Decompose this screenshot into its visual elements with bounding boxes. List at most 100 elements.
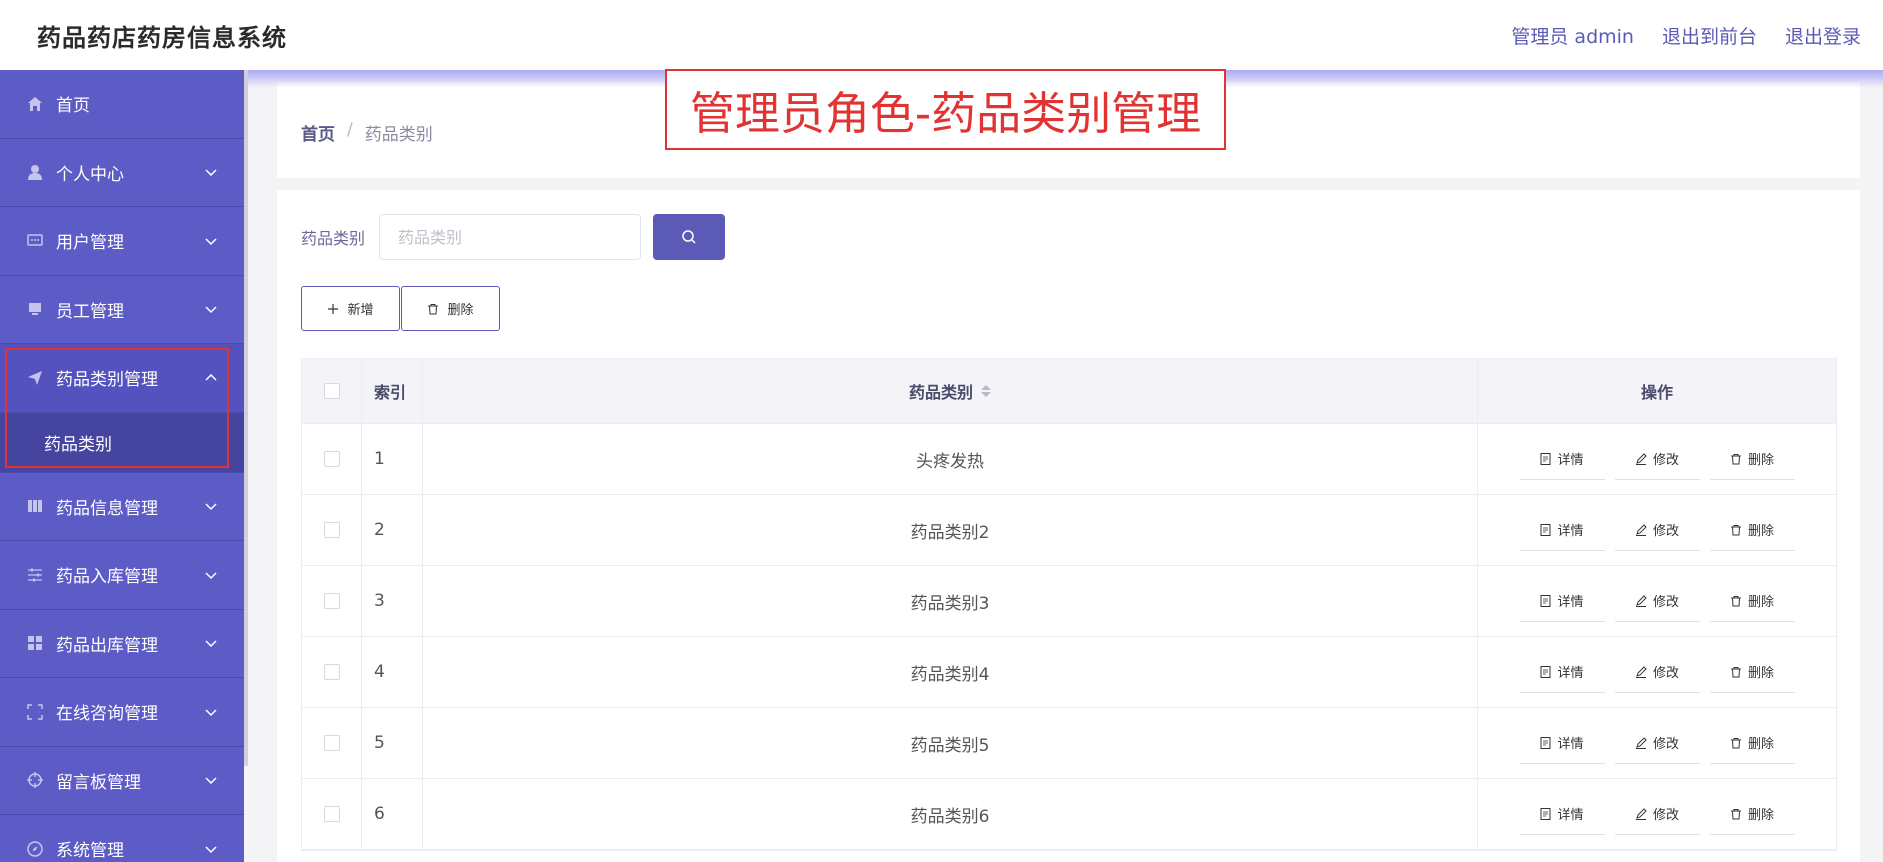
row-checkbox[interactable] — [323, 806, 340, 822]
delete-label: 删除 — [1747, 737, 1774, 752]
send-icon — [26, 369, 44, 387]
exit-to-frontend-link[interactable]: 退出到前台 — [1662, 22, 1757, 49]
delete-button[interactable]: 删除 — [1709, 651, 1795, 693]
trash-icon — [1730, 595, 1741, 606]
chevron-up-icon — [205, 373, 217, 381]
fullscreen-icon — [26, 703, 44, 721]
edit-button[interactable]: 修改 — [1614, 438, 1700, 480]
sliders-icon — [26, 566, 44, 584]
sidebar-subitem-label: 药品类别 — [44, 434, 112, 455]
row-check-cell — [302, 424, 362, 494]
chevron-down-icon — [205, 238, 217, 245]
logout-link[interactable]: 退出登录 — [1785, 22, 1861, 49]
row-category: 药品类别5 — [423, 708, 1478, 778]
sidebar-item-drug-outbound-management[interactable]: 药品出库管理 — [0, 610, 244, 678]
edit-button[interactable]: 修改 — [1614, 651, 1700, 693]
delete-label: 删除 — [1747, 808, 1774, 823]
admin-user-link[interactable]: 管理员 admin — [1511, 22, 1634, 49]
sidebar-scrollbar[interactable] — [244, 70, 248, 766]
delete-button-label: 删除 — [447, 303, 474, 318]
search-input[interactable] — [379, 214, 642, 260]
detail-button[interactable]: 详情 — [1519, 580, 1605, 622]
sidebar-item-message-board-management[interactable]: 留言板管理 — [0, 747, 244, 815]
detail-button[interactable]: 详情 — [1519, 438, 1605, 480]
detail-label: 详情 — [1557, 524, 1584, 539]
delete-button[interactable]: 删除 — [1709, 793, 1795, 835]
edit-icon — [1635, 736, 1647, 749]
app-title: 药品药店药房信息系统 — [37, 23, 287, 52]
edit-button[interactable]: 修改 — [1614, 793, 1700, 835]
table-row: 1 头疼发热 详情 修改 删除 — [302, 424, 1836, 495]
document-icon — [1540, 807, 1551, 820]
chat-icon — [26, 232, 44, 250]
chevron-down-icon — [205, 846, 217, 853]
delete-button[interactable]: 删除 — [1709, 438, 1795, 480]
delete-button[interactable]: 删除 — [1709, 722, 1795, 764]
row-checkbox[interactable] — [323, 664, 340, 680]
compass-icon — [26, 840, 44, 858]
sidebar-item-drug-inbound-management[interactable]: 药品入库管理 — [0, 541, 244, 610]
search-icon — [682, 230, 696, 244]
sort-icon[interactable] — [981, 385, 991, 397]
edit-button[interactable]: 修改 — [1614, 509, 1700, 551]
target-icon — [26, 771, 44, 789]
search-button[interactable] — [653, 214, 726, 260]
sidebar-item-staff-management[interactable]: 员工管理 — [0, 276, 244, 344]
sidebar-item-online-consultation-management[interactable]: 在线咨询管理 — [0, 678, 244, 747]
row-index: 3 — [362, 566, 423, 636]
sidebar: 首页 个人中心 用户管理 员工管理 药品类别管理 药品类别 药品信息管理 药品入… — [0, 70, 244, 862]
row-checkbox[interactable] — [323, 522, 340, 538]
select-all-checkbox[interactable] — [323, 383, 340, 399]
breadcrumb-home[interactable]: 首页 — [301, 120, 335, 145]
row-checkbox[interactable] — [323, 451, 340, 467]
detail-button[interactable]: 详情 — [1519, 651, 1605, 693]
sidebar-item-label: 员工管理 — [56, 301, 124, 322]
edit-button[interactable]: 修改 — [1614, 580, 1700, 622]
sidebar-item-system-management[interactable]: 系统管理 — [0, 815, 244, 862]
sidebar-item-personal-center[interactable]: 个人中心 — [0, 139, 244, 207]
table-row: 3 药品类别3 详情 修改 删除 — [302, 566, 1836, 637]
header-links: 管理员 admin 退出到前台 退出登录 — [1511, 22, 1861, 49]
trash-icon — [1730, 666, 1741, 677]
document-icon — [1540, 594, 1551, 607]
table-row: 4 药品类别4 详情 修改 删除 — [302, 637, 1836, 708]
detail-button[interactable]: 详情 — [1519, 722, 1605, 764]
detail-label: 详情 — [1557, 737, 1584, 752]
row-check-cell — [302, 708, 362, 778]
sidebar-item-home[interactable]: 首页 — [0, 70, 244, 139]
header-category[interactable]: 药品类别 — [423, 359, 1478, 423]
table-header: 索引 药品类别 操作 — [302, 359, 1836, 424]
row-check-cell — [302, 566, 362, 636]
edit-button[interactable]: 修改 — [1614, 722, 1700, 764]
detail-label: 详情 — [1557, 808, 1584, 823]
sidebar-subitem-drug-category[interactable]: 药品类别 — [0, 412, 244, 473]
sidebar-item-user-management[interactable]: 用户管理 — [0, 207, 244, 276]
content-card: 药品类别 新增 删除 索引 药品类别 — [277, 190, 1860, 862]
batch-delete-button[interactable]: 删除 — [401, 286, 500, 331]
home-icon — [26, 95, 44, 113]
breadcrumb: 首页 / 药品类别 — [301, 120, 433, 145]
monitor-icon — [26, 300, 44, 318]
sidebar-item-drug-category-management[interactable]: 药品类别管理 — [0, 344, 244, 413]
detail-button[interactable]: 详情 — [1519, 793, 1605, 835]
sidebar-item-label: 药品入库管理 — [56, 567, 158, 588]
row-category: 药品类别2 — [423, 495, 1478, 565]
row-checkbox[interactable] — [323, 593, 340, 609]
sidebar-item-drug-info-management[interactable]: 药品信息管理 — [0, 473, 244, 541]
sidebar-item-label: 用户管理 — [56, 233, 124, 254]
sidebar-item-label: 药品类别管理 — [56, 370, 158, 391]
delete-button[interactable]: 删除 — [1709, 580, 1795, 622]
action-buttons: 新增 删除 — [301, 286, 500, 331]
row-category: 头疼发热 — [423, 424, 1478, 494]
add-button[interactable]: 新增 — [301, 286, 400, 331]
delete-button[interactable]: 删除 — [1709, 509, 1795, 551]
columns-icon — [26, 497, 44, 515]
search-label: 药品类别 — [301, 229, 366, 248]
detail-button[interactable]: 详情 — [1519, 509, 1605, 551]
edit-icon — [1635, 665, 1647, 678]
row-checkbox[interactable] — [323, 735, 340, 751]
delete-label: 删除 — [1747, 595, 1774, 610]
chevron-down-icon — [205, 169, 217, 177]
table-row: 6 药品类别6 详情 修改 删除 — [302, 779, 1836, 850]
user-icon — [26, 163, 44, 181]
